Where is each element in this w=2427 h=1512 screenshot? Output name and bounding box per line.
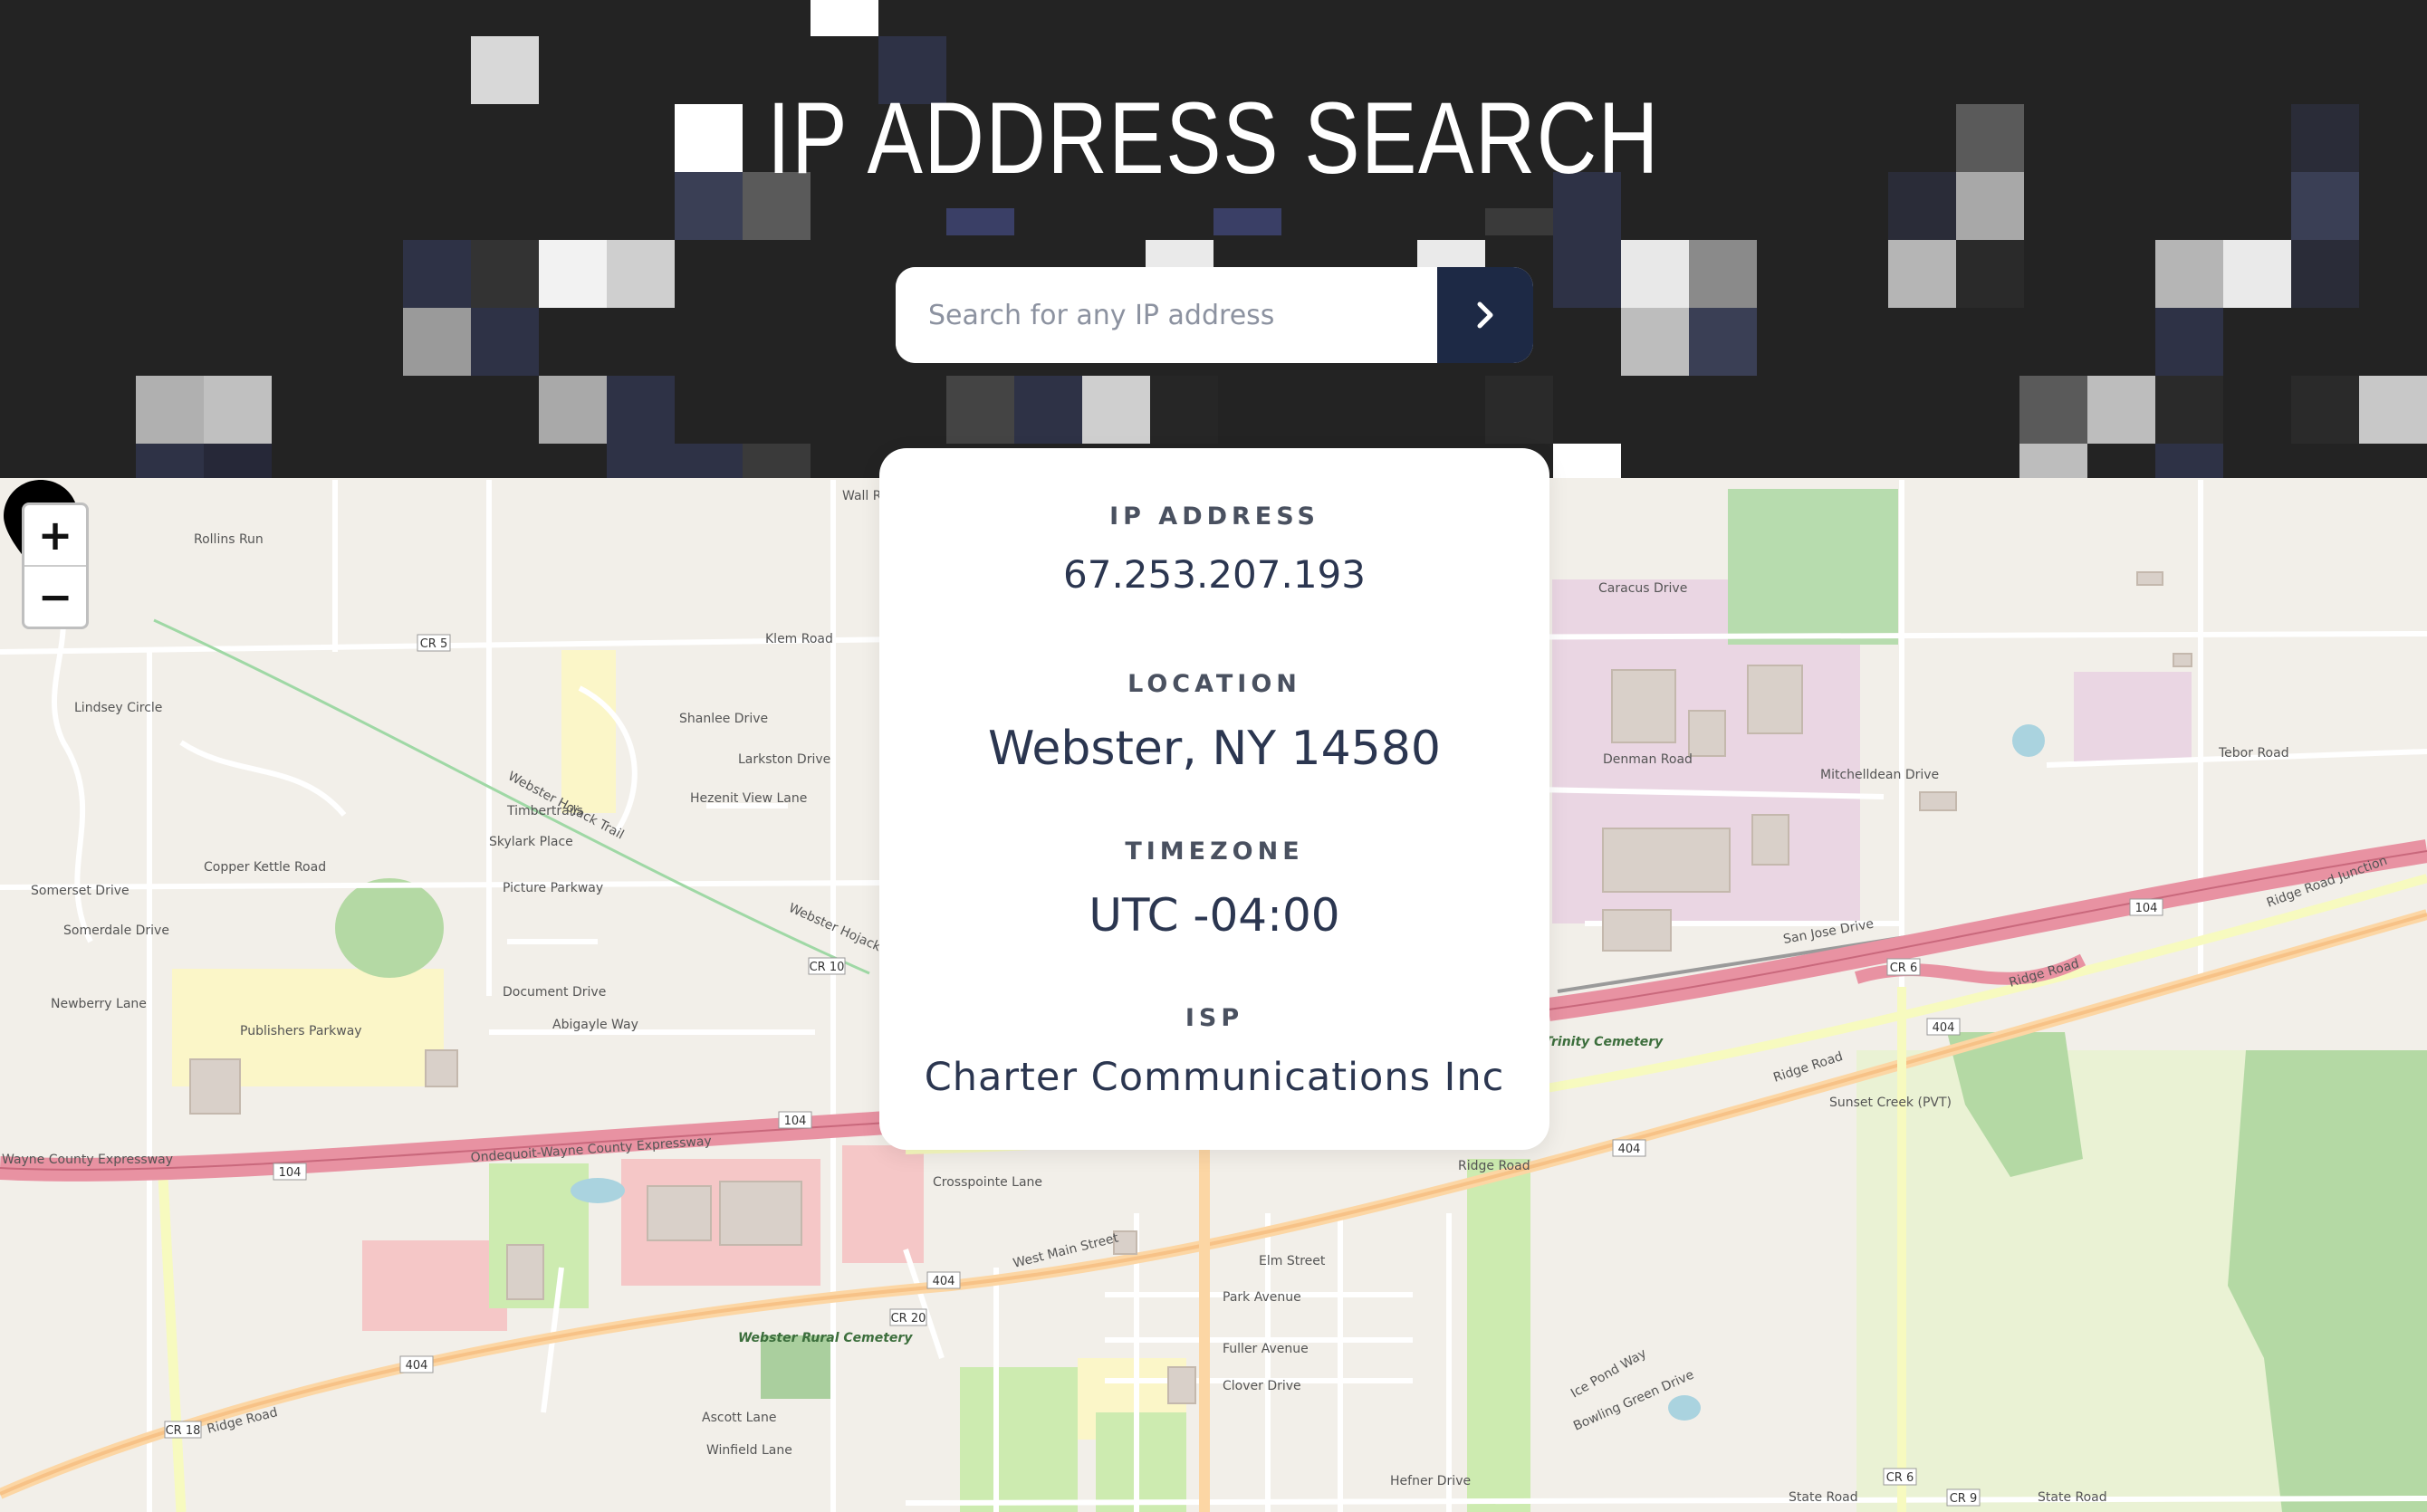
route-shield: 104	[2135, 902, 2158, 915]
wood-area	[335, 878, 444, 978]
location-value: Webster, NY 14580	[988, 722, 1441, 776]
map-label: Clover Drive	[1223, 1379, 1301, 1393]
map-label: Park Avenue	[1223, 1290, 1301, 1305]
route-shield: CR 20	[891, 1312, 926, 1325]
map-label: Abigayle Way	[552, 1018, 638, 1032]
map-label: Rollins Run	[194, 532, 264, 547]
map-label: Newberry Lane	[51, 997, 147, 1011]
route-shield: 104	[784, 1115, 807, 1128]
header-banner: IP ADDRESS SEARCH	[0, 0, 2427, 478]
map-label: Denman Road	[1603, 752, 1693, 767]
route-shield: CR 18	[166, 1424, 201, 1438]
ip-address-value: 67.253.207.193	[1063, 552, 1366, 597]
timezone-value: UTC -04:00	[1089, 889, 1340, 942]
map-label: Fuller Avenue	[1223, 1342, 1309, 1356]
map-label: Skylark Place	[489, 835, 573, 849]
school-area	[561, 650, 616, 813]
timezone-label: TIMEZONE	[1125, 837, 1304, 866]
zoom-control: + −	[22, 502, 89, 629]
map-label: Somerset Drive	[31, 884, 130, 898]
retail-area	[842, 1145, 924, 1263]
map-label: Picture Parkway	[503, 881, 603, 895]
route-shield: 104	[279, 1166, 302, 1180]
map-label: Ascott Lane	[702, 1411, 776, 1425]
map-label: Klem Road	[765, 632, 833, 646]
route-shield: CR 9	[1950, 1492, 1978, 1506]
map-label: Tebor Road	[2218, 746, 2289, 761]
map-label: Larkston Drive	[738, 752, 830, 767]
map-label: Webster Rural Cemetery	[738, 1331, 913, 1345]
location-label: LOCATION	[1127, 670, 1301, 698]
map-label: Hefner Drive	[1390, 1474, 1471, 1488]
map-label: Lindsey Circle	[74, 701, 162, 715]
park-area	[960, 1367, 1078, 1512]
map-label: Trinity Cemetery	[1544, 1035, 1664, 1049]
retail-area	[362, 1240, 507, 1331]
map-label: Shanlee Drive	[679, 712, 768, 726]
page-title: IP ADDRESS SEARCH	[767, 81, 1660, 195]
map-label: Publishers Parkway	[240, 1024, 362, 1038]
route-shield: 404	[406, 1359, 428, 1373]
route-shield: CR 10	[810, 961, 845, 974]
map-label: Timbertrails	[506, 804, 583, 818]
isp-value: Charter Communications Inc	[924, 1055, 1505, 1100]
map-label: Caracus Drive	[1598, 581, 1687, 596]
map-label: Elm Street	[1259, 1254, 1326, 1268]
ip-search-input[interactable]	[896, 267, 1437, 363]
route-shield: 404	[933, 1275, 955, 1288]
isp-label: ISP	[1185, 1004, 1244, 1032]
ip-address-label: IP ADDRESS	[1109, 502, 1319, 531]
park-area	[1467, 1159, 1530, 1512]
map-label: Mitchelldean Drive	[1820, 768, 1939, 782]
map-label: Winfield Lane	[706, 1443, 792, 1458]
route-shield: 404	[1933, 1021, 1955, 1035]
route-shield: CR 6	[1890, 962, 1918, 975]
map-label: Copper Kettle Road	[204, 860, 326, 875]
route-shield: CR 6	[1886, 1471, 1914, 1485]
pond	[1668, 1395, 1701, 1421]
zoom-out-button[interactable]: −	[24, 567, 86, 627]
map-label: Ridge Road	[1458, 1159, 1530, 1173]
map-label: Crosspointe Lane	[933, 1175, 1042, 1190]
map-label: Wayne County Expressway	[2, 1153, 173, 1167]
ip-info-card: IP ADDRESS 67.253.207.193 LOCATION Webst…	[879, 448, 1549, 1150]
pond	[2012, 724, 2045, 757]
zoom-in-button[interactable]: +	[24, 505, 86, 567]
chevron-right-icon	[1477, 301, 1493, 329]
search-bar	[896, 267, 1533, 363]
map-label: Somerdale Drive	[63, 923, 169, 938]
route-shield: 404	[1619, 1143, 1642, 1156]
map-label: State Road	[2038, 1490, 2107, 1505]
map-label: Hezenit View Lane	[690, 791, 807, 806]
pond	[571, 1178, 625, 1203]
map-label: Sunset Creek (PVT)	[1829, 1096, 1952, 1110]
route-shield: CR 5	[420, 637, 448, 651]
park-area	[1728, 489, 1898, 645]
map-label: State Road	[1789, 1490, 1858, 1505]
map-label: Document Drive	[503, 985, 606, 1000]
search-submit-button[interactable]	[1437, 267, 1533, 363]
park-area	[1096, 1412, 1186, 1512]
commercial-area	[2074, 672, 2192, 762]
